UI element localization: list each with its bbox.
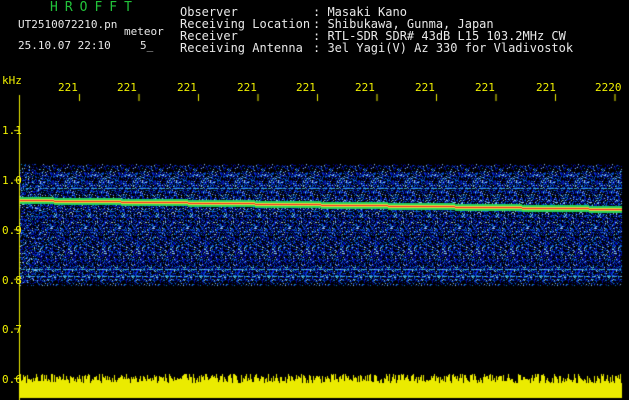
y-axis-unit: kHz (2, 74, 22, 87)
x-tick-label: 221 (296, 81, 316, 94)
x-tick-label: 221 (177, 81, 197, 94)
y-tick-label: 0.8 (2, 274, 22, 287)
y-tick-label: 0.9 (2, 224, 22, 237)
x-tick-label: 2220 (595, 81, 622, 94)
x-tick-label: 221 (237, 81, 257, 94)
x-tick-label: 221 (355, 81, 375, 94)
y-tick-label: 1.0 (2, 174, 22, 187)
event-type-label: meteor (124, 25, 164, 38)
meta-value-antenna: : 3el Yagi(V) Az 330 for Vladivostok (313, 41, 574, 55)
app-brand: HROFFT (50, 0, 139, 15)
meta-label-antenna: Receiving Antenna (180, 41, 303, 55)
y-tick-label: 0.6 (2, 373, 22, 386)
file-name: UT2510072210.pn (18, 18, 118, 31)
y-tick-label: 0.7 (2, 323, 22, 336)
timestamp: 25.10.07 22:10 (18, 39, 111, 52)
x-tick-label: 221 (536, 81, 556, 94)
x-tick-label: 221 (415, 81, 435, 94)
x-tick-label: 221 (475, 81, 495, 94)
y-tick-label: 1.1 (2, 124, 22, 137)
waterfall-spectrogram (0, 0, 629, 400)
x-tick-label: 221 (58, 81, 78, 94)
x-tick-label: 221 (117, 81, 137, 94)
event-count: 5_ (140, 39, 154, 52)
